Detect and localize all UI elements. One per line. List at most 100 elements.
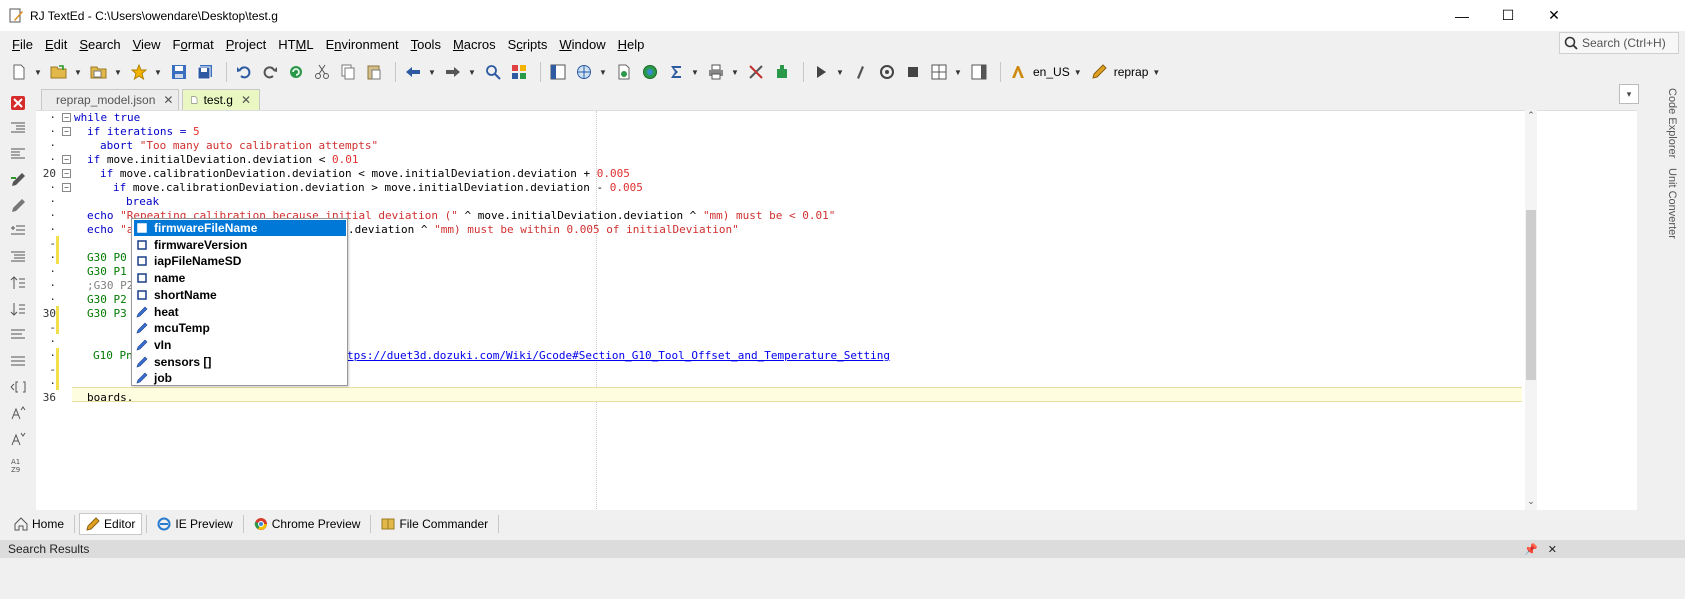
web-globe-icon[interactable] (573, 61, 595, 83)
web-dropdown-icon[interactable]: ▼ (599, 68, 607, 77)
move-down-icon[interactable] (8, 300, 28, 318)
autocomplete-item[interactable]: sensors [] (134, 354, 346, 370)
indent-icon[interactable] (8, 119, 28, 137)
open-dropdown-icon[interactable]: ▼ (74, 68, 82, 77)
menu-file[interactable]: File (6, 37, 39, 52)
cut-icon[interactable] (311, 61, 333, 83)
print-icon[interactable] (705, 61, 727, 83)
macro-play-icon[interactable] (876, 61, 898, 83)
language-dropdown-icon[interactable]: ▼ (1074, 68, 1082, 77)
doc-link[interactable]: tps://duet3d.dozuki.com/Wiki/Gcode#Secti… (347, 349, 890, 362)
fold-toggle-icon[interactable]: − (62, 127, 71, 136)
autocomplete-item[interactable]: firmwareVersion (134, 237, 346, 253)
syntax-dropdown-icon[interactable]: ▼ (1152, 68, 1160, 77)
run-dropdown-icon[interactable]: ▼ (836, 68, 844, 77)
menu-scripts[interactable]: Scripts (502, 37, 554, 52)
menu-window[interactable]: Window (553, 37, 611, 52)
panel-close-icon[interactable]: ✕ (1548, 543, 1557, 556)
vertical-scrollbar[interactable]: ⌃ ⌄ (1525, 110, 1537, 510)
layout-grid-icon[interactable] (928, 61, 950, 83)
macro-record-icon[interactable] (850, 61, 872, 83)
autocomplete-item[interactable]: name (134, 270, 346, 286)
tab-home[interactable]: Home (8, 513, 70, 535)
open-folder-icon[interactable] (48, 61, 70, 83)
color-picker-icon[interactable] (508, 61, 530, 83)
print-dropdown-icon[interactable]: ▼ (731, 68, 739, 77)
save-all-icon[interactable] (194, 61, 216, 83)
close-button[interactable]: ✕ (1531, 0, 1577, 31)
layout-dropdown-icon[interactable]: ▼ (954, 68, 962, 77)
sigma-dropdown-icon[interactable]: ▼ (691, 68, 699, 77)
project-folder-icon[interactable] (88, 61, 110, 83)
favorites-dropdown-icon[interactable]: ▼ (154, 68, 162, 77)
back-arrow-icon[interactable] (402, 61, 424, 83)
maximize-button[interactable]: ☐ (1485, 0, 1531, 31)
save-icon[interactable] (168, 61, 190, 83)
menu-edit[interactable]: Edit (39, 37, 73, 52)
decrease-font-icon[interactable] (8, 430, 28, 448)
move-up-icon[interactable] (8, 274, 28, 292)
stop-icon[interactable] (902, 61, 924, 83)
forward-dropdown-icon[interactable]: ▼ (468, 68, 476, 77)
spellcheck-icon[interactable] (1007, 61, 1029, 83)
search-input[interactable]: Search (Ctrl+H) (1559, 32, 1679, 54)
paste-icon[interactable] (363, 61, 385, 83)
run-icon[interactable] (810, 61, 832, 83)
tab-test-g[interactable]: test.g ✕ (182, 89, 260, 110)
forward-arrow-icon[interactable] (442, 61, 464, 83)
scroll-up-icon[interactable]: ⌃ (1525, 110, 1537, 121)
close-document-icon[interactable] (8, 94, 28, 112)
language-selector[interactable]: en_US (1033, 65, 1070, 79)
undo-icon[interactable] (233, 61, 255, 83)
menu-format[interactable]: Format (167, 37, 220, 52)
tab-reprap-model-json[interactable]: reprap_model.json ✕ (41, 89, 179, 110)
autocomplete-item[interactable]: heat (134, 304, 346, 320)
increase-font-icon[interactable] (8, 404, 28, 422)
menu-tools[interactable]: Tools (405, 37, 447, 52)
join-lines-icon[interactable] (8, 352, 28, 370)
fold-toggle-icon[interactable]: − (62, 169, 71, 178)
split-view-icon[interactable] (547, 61, 569, 83)
autocomplete-item[interactable]: mcuTemp (134, 320, 346, 336)
autocomplete-item[interactable]: iapFileNameSD (134, 253, 346, 269)
tab-close-icon[interactable]: ✕ (241, 93, 251, 107)
tab-list-dropdown[interactable]: ▾ (1619, 84, 1639, 104)
tab-close-icon[interactable]: ✕ (163, 93, 173, 107)
fold-toggle-icon[interactable]: − (62, 183, 71, 192)
autocomplete-item[interactable]: vIn (134, 337, 346, 353)
menu-macros[interactable]: Macros (447, 37, 502, 52)
find-icon[interactable] (482, 61, 504, 83)
menu-help[interactable]: Help (612, 37, 651, 52)
syntax-pencil-icon[interactable] (1088, 61, 1110, 83)
menu-html[interactable]: HTML (272, 37, 319, 52)
new-file-icon[interactable] (8, 61, 30, 83)
outdent-icon[interactable] (8, 145, 28, 163)
document-icon[interactable] (613, 61, 635, 83)
autocomplete-item[interactable]: firmwareFileName (134, 220, 346, 236)
fold-toggle-icon[interactable]: − (62, 155, 71, 164)
wrap-lines-icon[interactable] (8, 326, 28, 344)
favorites-star-icon[interactable] (128, 61, 150, 83)
tab-file-commander[interactable]: File Commander (375, 513, 494, 535)
autocomplete-item[interactable]: shortName (134, 287, 346, 303)
scroll-down-icon[interactable]: ⌄ (1525, 496, 1537, 507)
plugin-icon[interactable] (771, 61, 793, 83)
tab-editor[interactable]: Editor (79, 513, 143, 535)
copy-icon[interactable] (337, 61, 359, 83)
tab-ie-preview[interactable]: IE Preview (151, 513, 238, 535)
unit-converter-tab[interactable]: Unit Converter (1666, 168, 1678, 239)
code-explorer-tab[interactable]: Code Explorer (1666, 88, 1678, 158)
comment-pen-icon[interactable] (8, 171, 28, 189)
browser-globe-icon[interactable] (639, 61, 661, 83)
brackets-icon[interactable] (8, 378, 28, 396)
tools-icon[interactable] (745, 61, 767, 83)
redo-icon[interactable] (259, 61, 281, 83)
minimize-button[interactable]: — (1439, 0, 1485, 31)
panel-icon[interactable] (968, 61, 990, 83)
back-dropdown-icon[interactable]: ▼ (428, 68, 436, 77)
menu-environment[interactable]: Environment (320, 37, 405, 52)
menu-search[interactable]: Search (73, 37, 126, 52)
autocomplete-item[interactable]: job (134, 370, 346, 386)
sort-lines-icon[interactable] (8, 248, 28, 266)
pin-icon[interactable]: 📌 (1524, 543, 1538, 556)
